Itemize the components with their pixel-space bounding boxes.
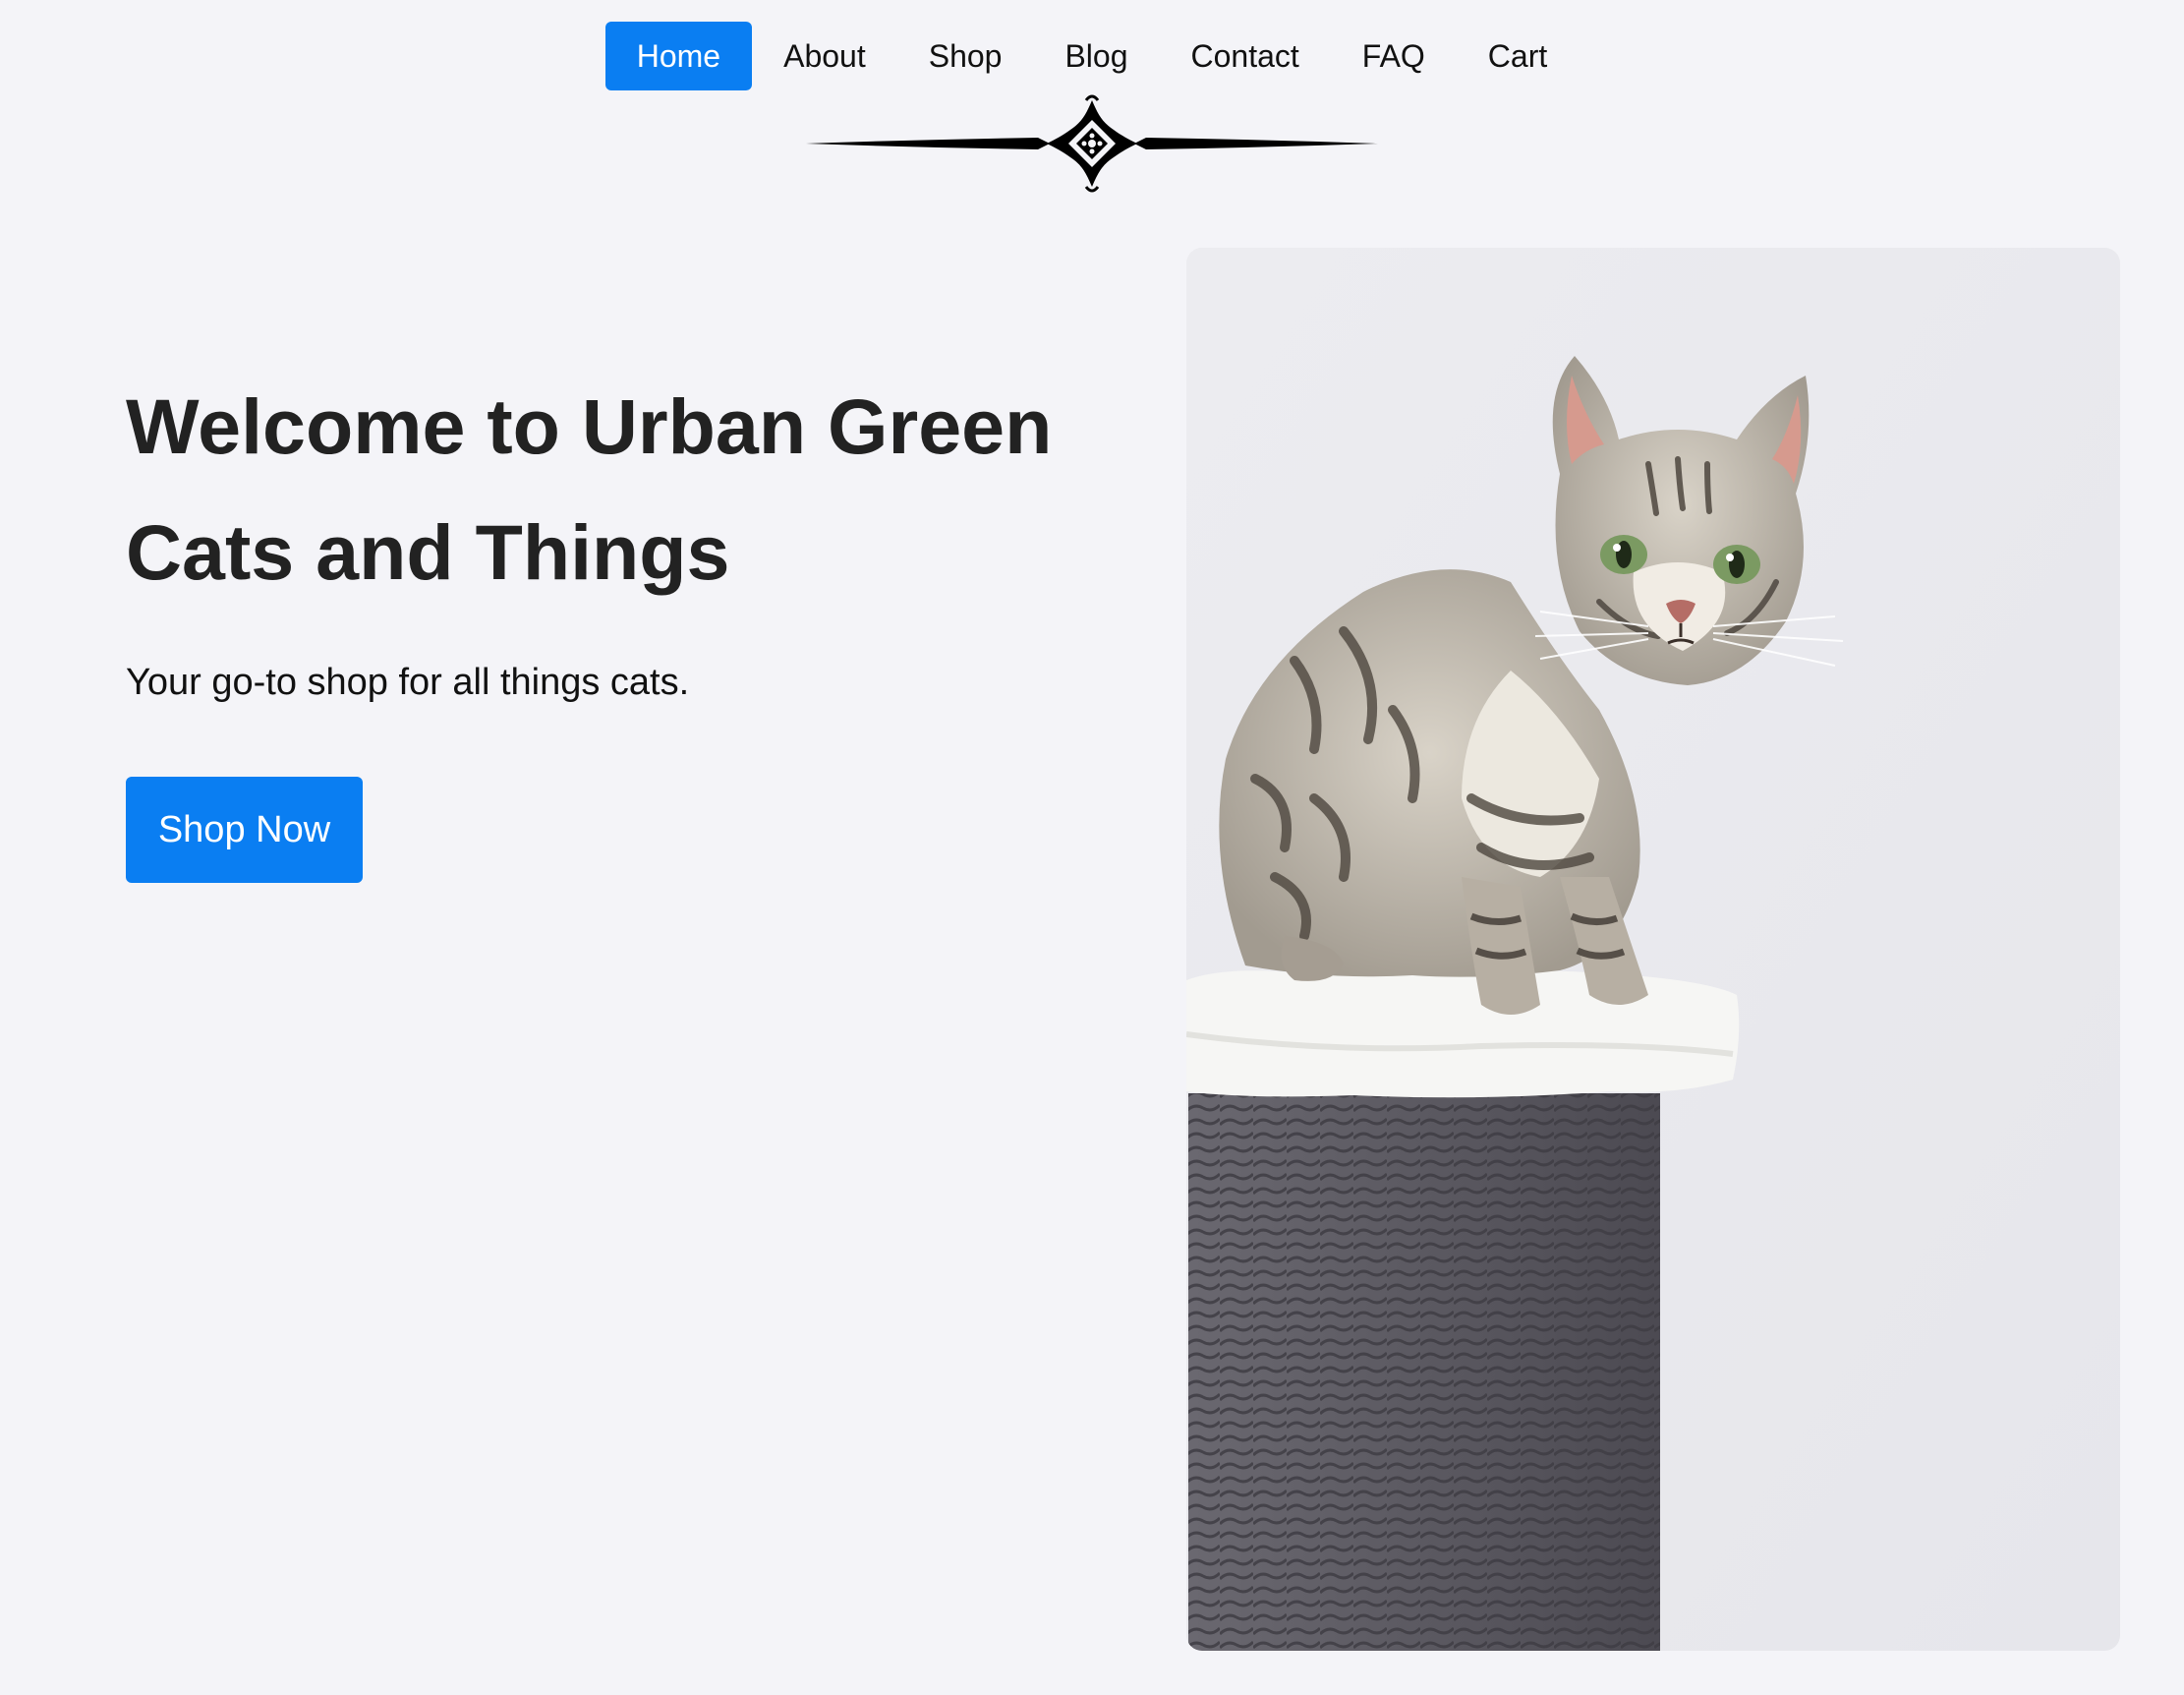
nav-item-shop[interactable]: Shop bbox=[897, 22, 1034, 90]
shop-now-button[interactable]: Shop Now bbox=[126, 777, 363, 883]
nav-item-contact[interactable]: Contact bbox=[1160, 22, 1331, 90]
main-nav: Home About Shop Blog Contact FAQ Cart bbox=[0, 22, 2184, 90]
nav-item-faq[interactable]: FAQ bbox=[1331, 22, 1457, 90]
hero-title: Welcome to Urban Green Cats and Things bbox=[126, 382, 1053, 596]
hero-subtitle: Your go-to shop for all things cats. bbox=[126, 662, 690, 703]
nav-item-home[interactable]: Home bbox=[604, 22, 753, 90]
cat-photo bbox=[1186, 248, 2120, 1651]
nav-item-cart[interactable]: Cart bbox=[1457, 22, 1579, 90]
nav-item-blog[interactable]: Blog bbox=[1033, 22, 1159, 90]
nav-item-about[interactable]: About bbox=[752, 22, 897, 90]
ornamental-divider-icon bbox=[802, 94, 1382, 193]
